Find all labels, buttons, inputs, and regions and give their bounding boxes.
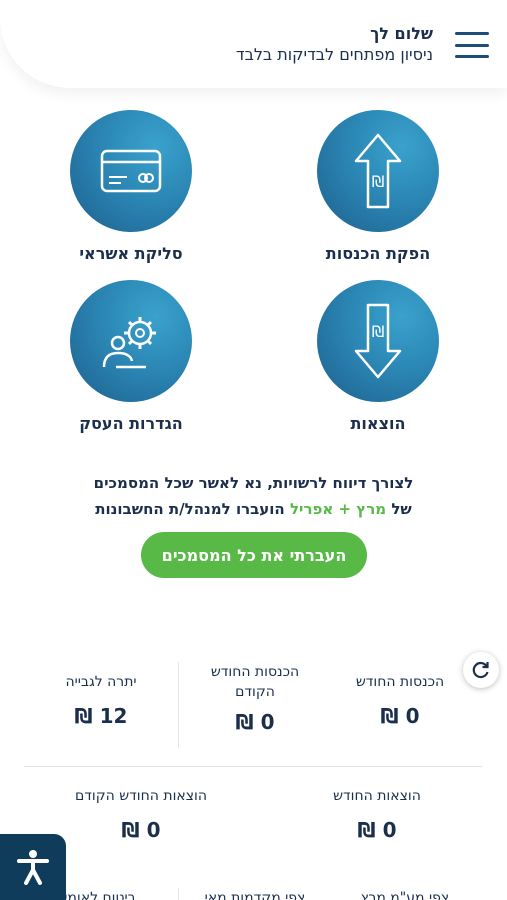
svg-text:₪: ₪ (372, 322, 385, 341)
tile-expenses-label: הוצאות (350, 414, 406, 433)
refresh-icon[interactable] (463, 652, 499, 688)
report-notice: לצורך דיווח לרשויות, נא לאשר שכל המסמכים… (0, 470, 507, 522)
tile-credit-clearing[interactable]: סליקת אשראי (41, 110, 221, 263)
menu-icon[interactable] (455, 32, 489, 58)
stat-expenses-prev-label: הוצאות החודש הקודם (74, 788, 208, 804)
stat-expenses-month-value: 0 ₪ (357, 818, 397, 842)
stat-income-month-value: 0 ₪ (380, 704, 420, 728)
notice-line-1: לצורך דיווח לרשויות, נא לאשר שכל המסמכים (93, 474, 414, 492)
tile-business-settings[interactable]: הגדרות העסק (41, 280, 221, 433)
user-gear-icon (70, 280, 192, 402)
stat-balance: יתרה לגבייה 12 ₪ (36, 672, 166, 728)
stat-expenses-month-label: הוצאות החודש (333, 788, 421, 804)
app-header: שלום לך ניסיון מפתחים לבדיקות בלבד (0, 0, 507, 88)
stat-income-prev-label: הכנסות החודש הקודם (210, 664, 300, 700)
tile-expenses[interactable]: ₪ הוצאות (288, 280, 468, 433)
greeting-subtitle: ניסיון מפתחים לבדיקות בלבד (235, 45, 433, 64)
stat-income-prev: הכנסות החודש הקודם 0 ₪ (190, 662, 320, 734)
notice-line-2: של מרץ + אפריל הועברו למנהל/ת החשבונות (0, 496, 507, 522)
accessibility-icon[interactable] (0, 834, 66, 900)
credit-card-icon (70, 110, 192, 232)
notice-suffix: הועברו למנהל/ת החשבונות (95, 500, 285, 518)
tile-issue-income[interactable]: ₪ הפקת הכנסות (288, 110, 468, 263)
stat-divider (178, 888, 179, 900)
stat-income-prev-value: 0 ₪ (235, 710, 275, 734)
stat-advance-forecast: צפי מקדמות מאי (190, 888, 320, 900)
arrow-down-shekel-icon: ₪ (317, 280, 439, 402)
confirm-documents-button[interactable]: העברתי את כל המסמכים (141, 532, 367, 578)
tile-credit-clearing-label: סליקת אשראי (79, 244, 183, 263)
stat-expenses-month: הוצאות החודש 0 ₪ (302, 786, 452, 842)
greeting-block: שלום לך ניסיון מפתחים לבדיקות בלבד (236, 24, 433, 66)
stat-expenses-prev: הוצאות החודש הקודם 0 ₪ (56, 786, 226, 842)
notice-prefix: של (391, 500, 412, 518)
stat-advance-forecast-label: צפי מקדמות מאי (204, 890, 306, 900)
stat-divider (178, 662, 179, 748)
svg-text:₪: ₪ (372, 172, 385, 191)
stat-expenses-prev-value: 0 ₪ (121, 818, 161, 842)
notice-months: מרץ + אפריל (289, 500, 387, 518)
section-divider (24, 766, 482, 767)
greeting-title: שלום לך (370, 24, 433, 43)
stat-income-month: הכנסות החודש 0 ₪ (335, 672, 465, 728)
stat-balance-label: יתרה לגבייה (65, 674, 137, 690)
arrow-up-shekel-icon: ₪ (317, 110, 439, 232)
stat-vat-forecast: צפי מע"מ מרץ (345, 888, 465, 900)
tile-business-settings-label: הגדרות העסק (79, 414, 183, 433)
tile-issue-income-label: הפקת הכנסות (325, 244, 431, 263)
stat-income-month-label: הכנסות החודש (355, 674, 445, 690)
stat-balance-value: 12 ₪ (74, 704, 128, 728)
stat-vat-forecast-label: צפי מע"מ מרץ (360, 890, 450, 900)
